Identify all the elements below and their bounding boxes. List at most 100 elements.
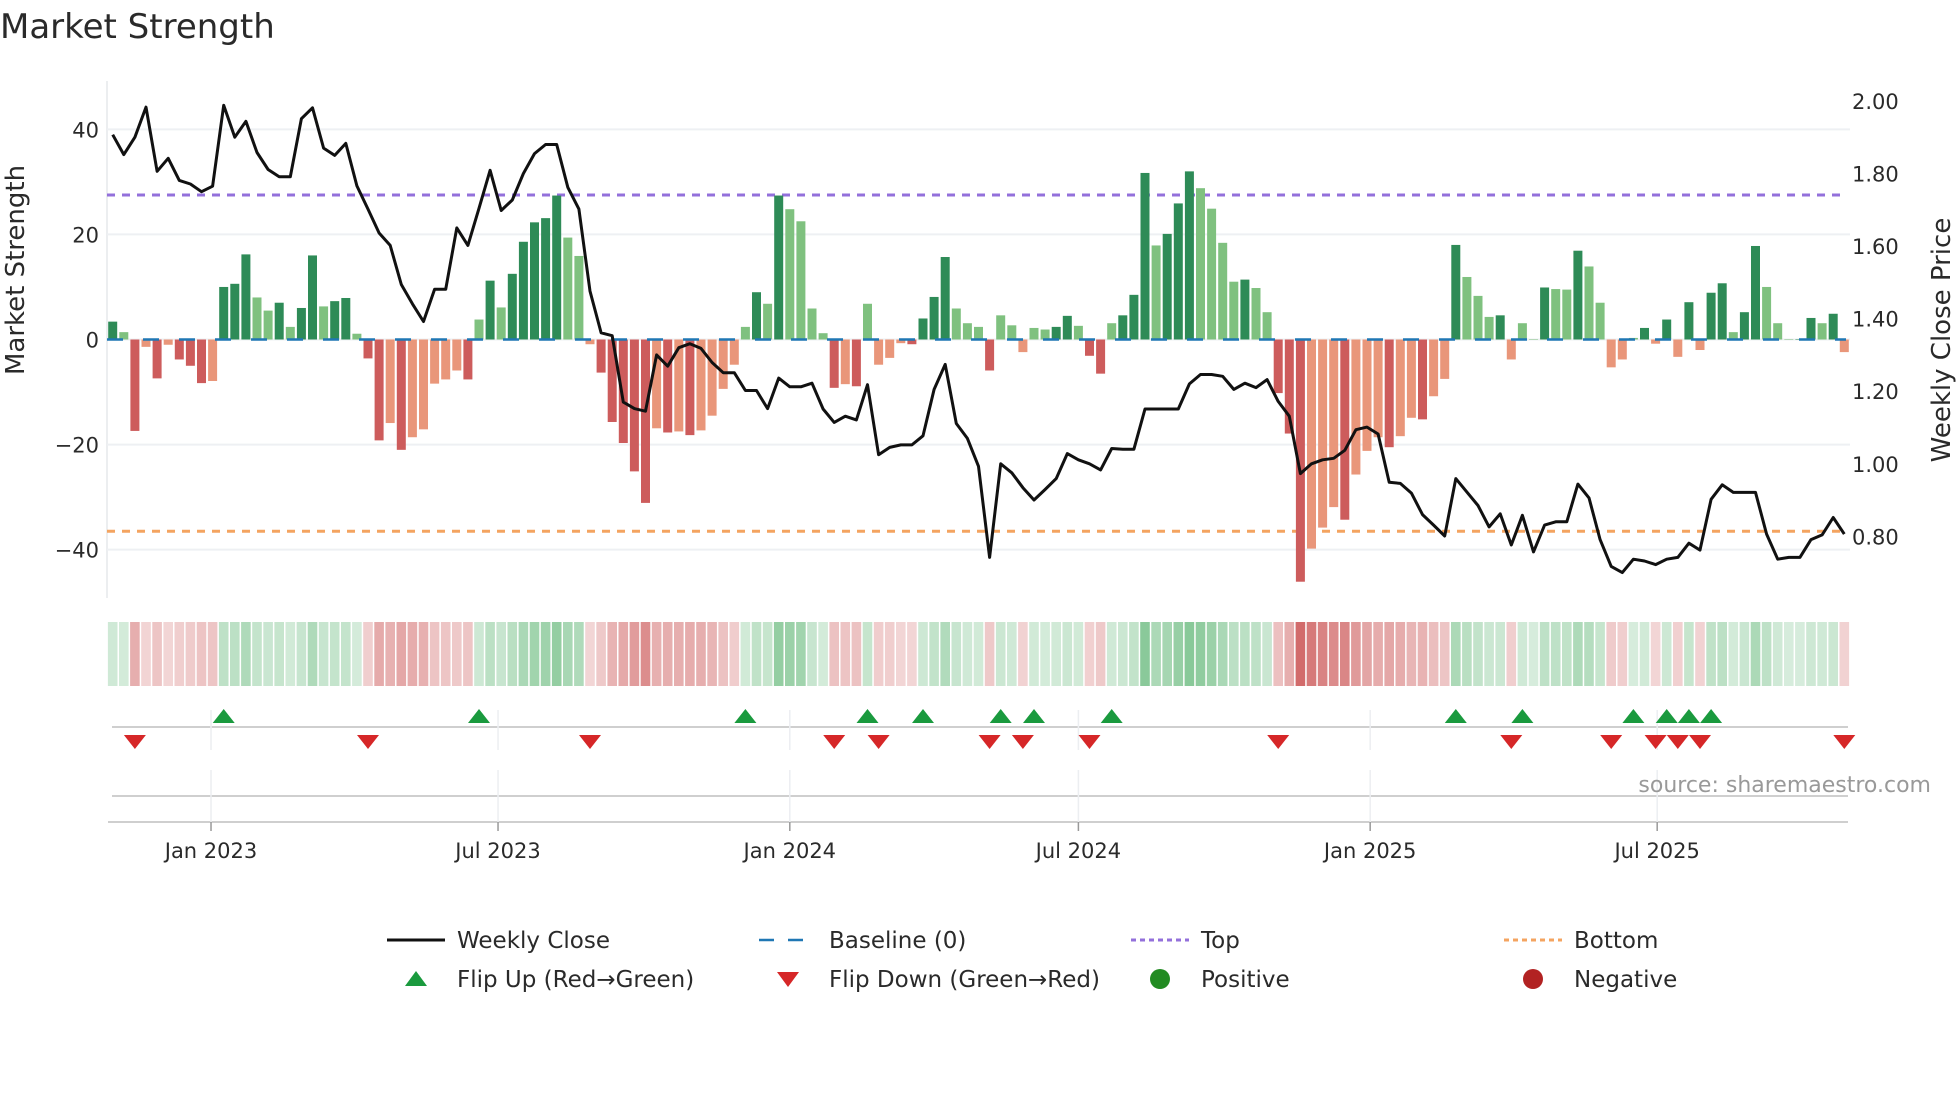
strength-bar xyxy=(641,339,650,503)
heat-cell xyxy=(685,622,695,686)
heat-cell xyxy=(429,622,440,686)
triangle-down-icon xyxy=(777,972,799,987)
heat-cell xyxy=(1728,622,1739,686)
flip-up-marker xyxy=(1655,709,1678,723)
strength-bar xyxy=(1040,329,1050,340)
strength-bar xyxy=(1318,339,1328,528)
y2-tick-label: 1.00 xyxy=(1852,453,1899,477)
heat-cell xyxy=(1195,622,1206,686)
strength-bar xyxy=(1584,266,1594,340)
heat-cell xyxy=(662,622,673,686)
strength-bar xyxy=(951,308,961,340)
heat-cell xyxy=(1617,622,1628,686)
heat-cell xyxy=(551,622,562,686)
flip-down-marker xyxy=(1011,735,1034,749)
heat-cell xyxy=(1051,622,1061,686)
heat-cell xyxy=(884,622,895,686)
flip-down-marker xyxy=(1644,735,1667,749)
strength-bar xyxy=(1429,339,1439,397)
strength-bar xyxy=(396,339,406,450)
heat-cell xyxy=(230,622,240,686)
y2-tick-label: 1.20 xyxy=(1852,380,1899,404)
y2-tick-label: 1.80 xyxy=(1852,163,1899,187)
strength-bar xyxy=(707,339,717,416)
strength-bar xyxy=(1784,339,1794,340)
strength-bar xyxy=(685,339,695,436)
heat-cell xyxy=(940,622,950,686)
heat-cell xyxy=(1007,622,1017,686)
heat-cell xyxy=(807,622,817,686)
legend: Weekly Close Baseline (0) Top Bottom Flip Up… xyxy=(387,928,1677,993)
heat-cell xyxy=(995,622,1006,686)
strength-bar xyxy=(1739,312,1749,340)
heat-cell xyxy=(452,622,462,686)
heat-cell xyxy=(896,622,906,686)
strength-bar xyxy=(1251,288,1261,340)
heat-cell xyxy=(241,622,251,686)
y-tick-label: −40 xyxy=(55,539,99,563)
heat-cell xyxy=(1562,622,1572,686)
heat-cell xyxy=(174,622,185,686)
heat-cell xyxy=(1706,622,1716,686)
heat-cell xyxy=(929,622,939,686)
heat-cell xyxy=(674,622,684,686)
heat-cell xyxy=(984,622,995,686)
strength-bar xyxy=(1551,289,1561,340)
heat-cell xyxy=(962,622,973,686)
strength-bar xyxy=(774,195,784,340)
legend-label: Flip Up (Red→Green) xyxy=(457,967,694,993)
strength-bar xyxy=(818,333,828,340)
legend-label: Flip Down (Green→Red) xyxy=(829,967,1100,993)
heat-cell xyxy=(1306,622,1317,686)
legend-item: Weekly Close xyxy=(387,928,610,954)
heat-cell xyxy=(374,622,384,686)
heat-cell xyxy=(818,622,828,686)
right-axis-ticks: 2.00 1.80 1.60 1.40 1.20 1.00 0.80 xyxy=(1852,90,1899,549)
strength-bar xyxy=(1540,287,1550,340)
heat-cell xyxy=(1795,622,1805,686)
strength-bar xyxy=(1107,323,1117,340)
strength-bar xyxy=(1173,203,1183,340)
strength-bar xyxy=(1462,276,1472,340)
strength-bar xyxy=(1695,339,1705,351)
x-axis-ticks: Jan 2023 Jul 2023 Jan 2024 Jul 2024 Jan 2025… xyxy=(163,822,1700,863)
heat-cell xyxy=(1606,622,1616,686)
heat-cell xyxy=(1462,622,1472,686)
heat-cell xyxy=(1340,622,1350,686)
strength-bar xyxy=(252,297,262,340)
strength-bar xyxy=(962,323,972,340)
strength-bar xyxy=(1362,339,1372,451)
heat-cell xyxy=(1717,622,1727,686)
heat-cell xyxy=(918,622,928,686)
flip-up-marker xyxy=(1444,709,1467,723)
legend-item: Top xyxy=(1131,928,1240,954)
strength-bar xyxy=(740,326,750,340)
strength-bar xyxy=(1240,279,1250,340)
strength-bar xyxy=(1229,281,1239,340)
heat-cell xyxy=(1217,622,1228,686)
heat-cell xyxy=(485,622,495,686)
heat-cell xyxy=(1473,622,1483,686)
heat-cell xyxy=(1772,622,1783,686)
y2-tick-label: 2.00 xyxy=(1852,90,1899,114)
heat-cell xyxy=(119,622,129,686)
strength-bar xyxy=(330,301,340,340)
legend-label: Positive xyxy=(1201,967,1290,993)
heat-cell xyxy=(218,622,229,686)
heat-cell xyxy=(1828,622,1838,686)
heat-cell xyxy=(407,622,418,686)
flip-up-marker xyxy=(1622,709,1645,723)
strength-bar xyxy=(485,280,495,340)
heat-cell xyxy=(1162,622,1172,686)
strength-bar xyxy=(407,339,417,438)
heat-cell xyxy=(1517,622,1528,686)
strength-bar xyxy=(1440,339,1450,379)
heat-cell xyxy=(707,622,717,686)
strength-bar xyxy=(1329,339,1339,508)
heat-cell xyxy=(496,622,506,686)
heat-cell xyxy=(651,622,662,686)
heat-cell xyxy=(1817,622,1827,686)
heat-cell xyxy=(973,622,984,686)
strength-bar xyxy=(985,339,995,371)
heat-cell xyxy=(474,622,484,686)
